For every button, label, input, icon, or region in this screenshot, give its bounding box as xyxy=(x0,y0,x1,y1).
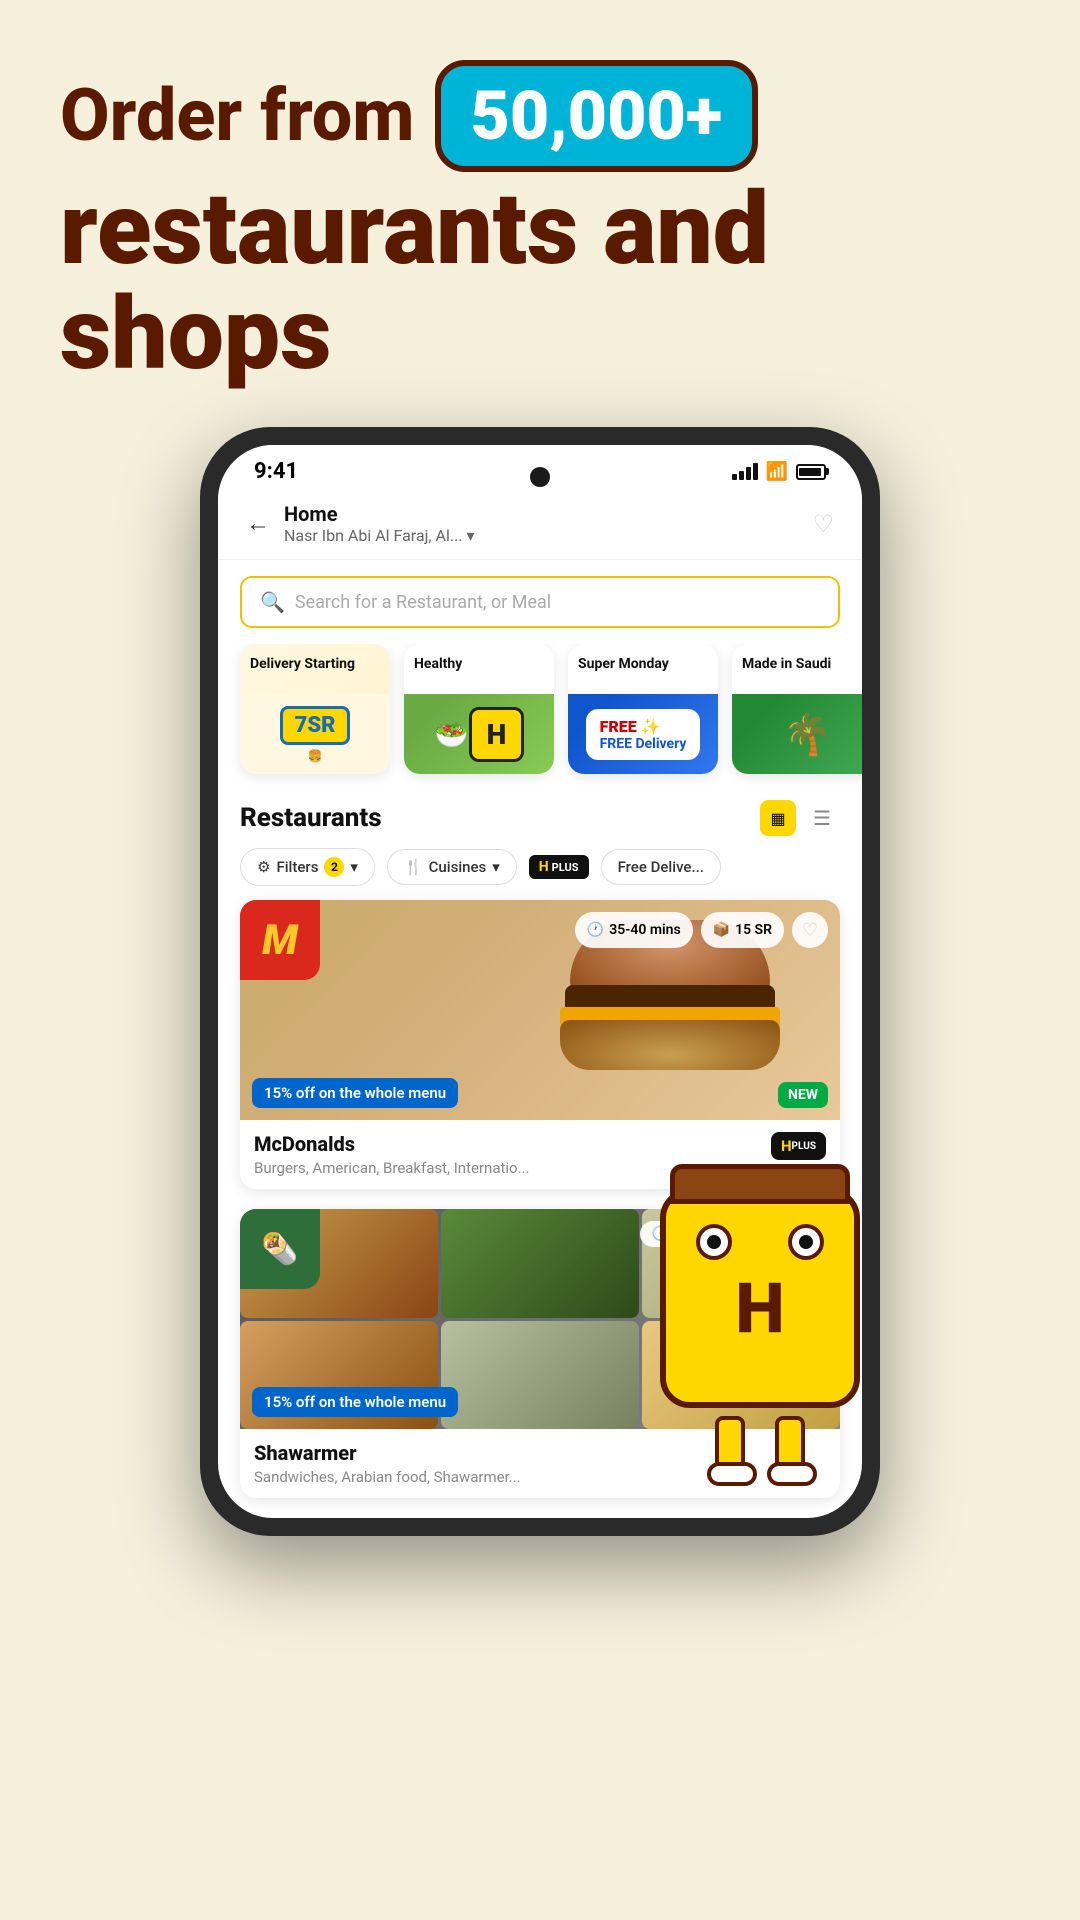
hero-subtitle: restaurants and shops xyxy=(60,177,1020,387)
delivery-fee-pill: 📦 15 SR xyxy=(701,912,784,948)
palm-tree-icon: 🌴 xyxy=(782,711,832,758)
cuisines-chevron-icon: ▾ xyxy=(492,858,500,876)
mascot-left-foot xyxy=(707,1462,757,1486)
shawarmer-promo-tag: 15% off on the whole menu xyxy=(252,1387,458,1417)
status-time: 9:41 xyxy=(254,459,298,484)
category-super-monday-img: FREE ✨ FREE Delivery xyxy=(568,694,718,774)
status-bar: 9:41 📶 xyxy=(218,445,862,492)
restaurant-categories: Burgers, American, Breakfast, Internatio… xyxy=(254,1159,529,1177)
mascot-right-pupil xyxy=(799,1235,813,1249)
mascot-legs xyxy=(620,1416,900,1476)
category-made-saudi-img: 🌴 xyxy=(732,694,862,774)
hero-order-from-text: Order from xyxy=(60,76,415,155)
restaurant-name: McDonalds xyxy=(254,1132,529,1156)
camera-notch xyxy=(530,467,550,487)
mascot-right-eye xyxy=(788,1224,824,1260)
filter-bar: ⚙ Filters 2 ▾ 🍴 Cuisines ▾ H PLUS Free D… xyxy=(218,848,862,900)
shawarmer-logo: 🌯 xyxy=(240,1209,320,1289)
mascot-right-leg xyxy=(775,1416,805,1476)
clock-icon: 🕐 xyxy=(587,922,604,938)
list-view-button[interactable]: ☰ xyxy=(804,800,840,836)
promo-tag: 15% off on the whole menu xyxy=(252,1078,458,1108)
filter-icon: ⚙ xyxy=(257,858,270,876)
hero-count-badge: 50,000+ xyxy=(435,60,759,172)
cuisines-button[interactable]: 🍴 Cuisines ▾ xyxy=(387,849,517,885)
mascot-h-letter: H xyxy=(735,1274,784,1344)
mascot-left-leg xyxy=(715,1416,745,1476)
restaurants-title: Restaurants xyxy=(240,803,382,833)
cuisines-label: Cuisines xyxy=(429,858,487,876)
fork-knife-icon: 🍴 xyxy=(404,858,423,876)
restaurant-info-bar: 🕐 35-40 mins 📦 15 SR ♡ xyxy=(252,912,828,948)
filters-button[interactable]: ⚙ Filters 2 ▾ xyxy=(240,848,375,886)
wifi-icon: 📶 xyxy=(766,461,788,482)
restaurants-section-header: Restaurants ▦ ☰ xyxy=(218,790,862,848)
restaurant-card-mcdonalds[interactable]: M 🕐 35-40 mins 📦 15 xyxy=(240,900,840,1189)
mcdonalds-image: M 🕐 35-40 mins 📦 15 xyxy=(240,900,840,1120)
delivery-time-pill: 🕐 35-40 mins xyxy=(575,912,693,948)
location-title: Home xyxy=(284,502,475,526)
category-scroll: Delivery Starting 7SR 🍔 Healthy 🥗 xyxy=(218,644,862,790)
location-subtitle: Nasr Ibn Abi Al Faraj, Al... ▾ xyxy=(284,526,475,545)
filters-label: Filters xyxy=(276,858,318,876)
category-healthy-img: 🥗 H xyxy=(404,694,554,774)
category-delivery-img: 7SR 🍔 xyxy=(240,694,390,774)
mascot-character: H xyxy=(620,1188,900,1476)
mascot-right-foot xyxy=(767,1462,817,1486)
view-toggle[interactable]: ▦ ☰ xyxy=(760,800,840,836)
filters-chevron-icon: ▾ xyxy=(350,858,358,876)
shawarmer-categories: Sandwiches, Arabian food, Shawarmer... xyxy=(254,1468,521,1486)
category-healthy-title: Healthy xyxy=(414,656,544,673)
delivery-bottom-text: 🍔 xyxy=(308,749,323,763)
top-nav-bar: ← Home Nasr Ibn Abi Al Faraj, Al... ▾ ♡ xyxy=(218,492,862,560)
hplus-plus-text: PLUS xyxy=(552,861,579,874)
free-delivery-filter-label: Free Delive... xyxy=(618,858,704,876)
free-delivery-text: FREE Delivery xyxy=(600,736,687,752)
healthy-h-badge: H xyxy=(469,707,524,762)
mascot-left-pupil xyxy=(707,1235,721,1249)
grid-view-button[interactable]: ▦ xyxy=(760,800,796,836)
hplus-h-letter: H xyxy=(539,859,549,875)
status-icons: 📶 xyxy=(732,461,826,482)
hplus-filter-button[interactable]: H PLUS xyxy=(529,855,589,879)
new-tag: NEW xyxy=(778,1082,828,1108)
search-bar[interactable]: 🔍 Search for a Restaurant, or Meal xyxy=(240,576,840,628)
search-icon: 🔍 xyxy=(260,590,285,614)
delivery-price-badge: 7SR xyxy=(280,706,351,745)
delivery-info-pills: 🕐 35-40 mins 📦 15 SR ♡ xyxy=(575,912,828,948)
hplus-restaurant-badge: H PLUS xyxy=(771,1132,826,1160)
free-delivery-badge: FREE ✨ FREE Delivery xyxy=(586,709,701,760)
mascot-left-eye xyxy=(696,1224,732,1260)
category-card-healthy[interactable]: Healthy 🥗 H xyxy=(404,644,554,774)
category-super-monday-title: Super Monday xyxy=(578,656,708,673)
mascot-body: H xyxy=(660,1188,860,1408)
delivery-fee-text: 15 SR xyxy=(735,922,772,938)
delivery-time-text: 35-40 mins xyxy=(609,922,680,938)
restaurant-overlay-bottom: 15% off on the whole menu NEW xyxy=(252,1078,828,1108)
favorites-heart-icon[interactable]: ♡ xyxy=(812,510,834,538)
mcdonalds-m-letter: M xyxy=(262,916,298,965)
location-info[interactable]: Home Nasr Ibn Abi Al Faraj, Al... ▾ xyxy=(284,502,475,545)
search-input[interactable]: Search for a Restaurant, or Meal xyxy=(295,592,551,613)
filters-count-badge: 2 xyxy=(324,857,344,877)
free-delivery-button[interactable]: Free Delive... xyxy=(601,849,721,885)
back-button[interactable]: ← xyxy=(246,509,270,538)
hero-section: Order from 50,000+ restaurants and shops xyxy=(0,0,1080,387)
phone-mockup: 9:41 📶 xyxy=(200,427,880,1536)
signal-icon xyxy=(732,463,758,480)
shawarmer-name: Shawarmer xyxy=(254,1441,521,1465)
battery-icon xyxy=(796,464,826,480)
chevron-down-icon: ▾ xyxy=(467,526,475,545)
category-delivery-title: Delivery Starting xyxy=(250,656,380,673)
fee-icon: 📦 xyxy=(713,922,730,938)
favorite-button[interactable]: ♡ xyxy=(792,912,828,948)
category-card-made-in-saudi[interactable]: Made in Saudi 🌴 xyxy=(732,644,862,774)
category-card-delivery[interactable]: Delivery Starting 7SR 🍔 xyxy=(240,644,390,774)
mcdonalds-logo: M xyxy=(240,900,320,980)
category-card-super-monday[interactable]: Super Monday FREE ✨ FREE Delivery xyxy=(568,644,718,774)
category-made-saudi-title: Made in Saudi xyxy=(742,656,862,673)
mascot-hat xyxy=(670,1164,850,1204)
